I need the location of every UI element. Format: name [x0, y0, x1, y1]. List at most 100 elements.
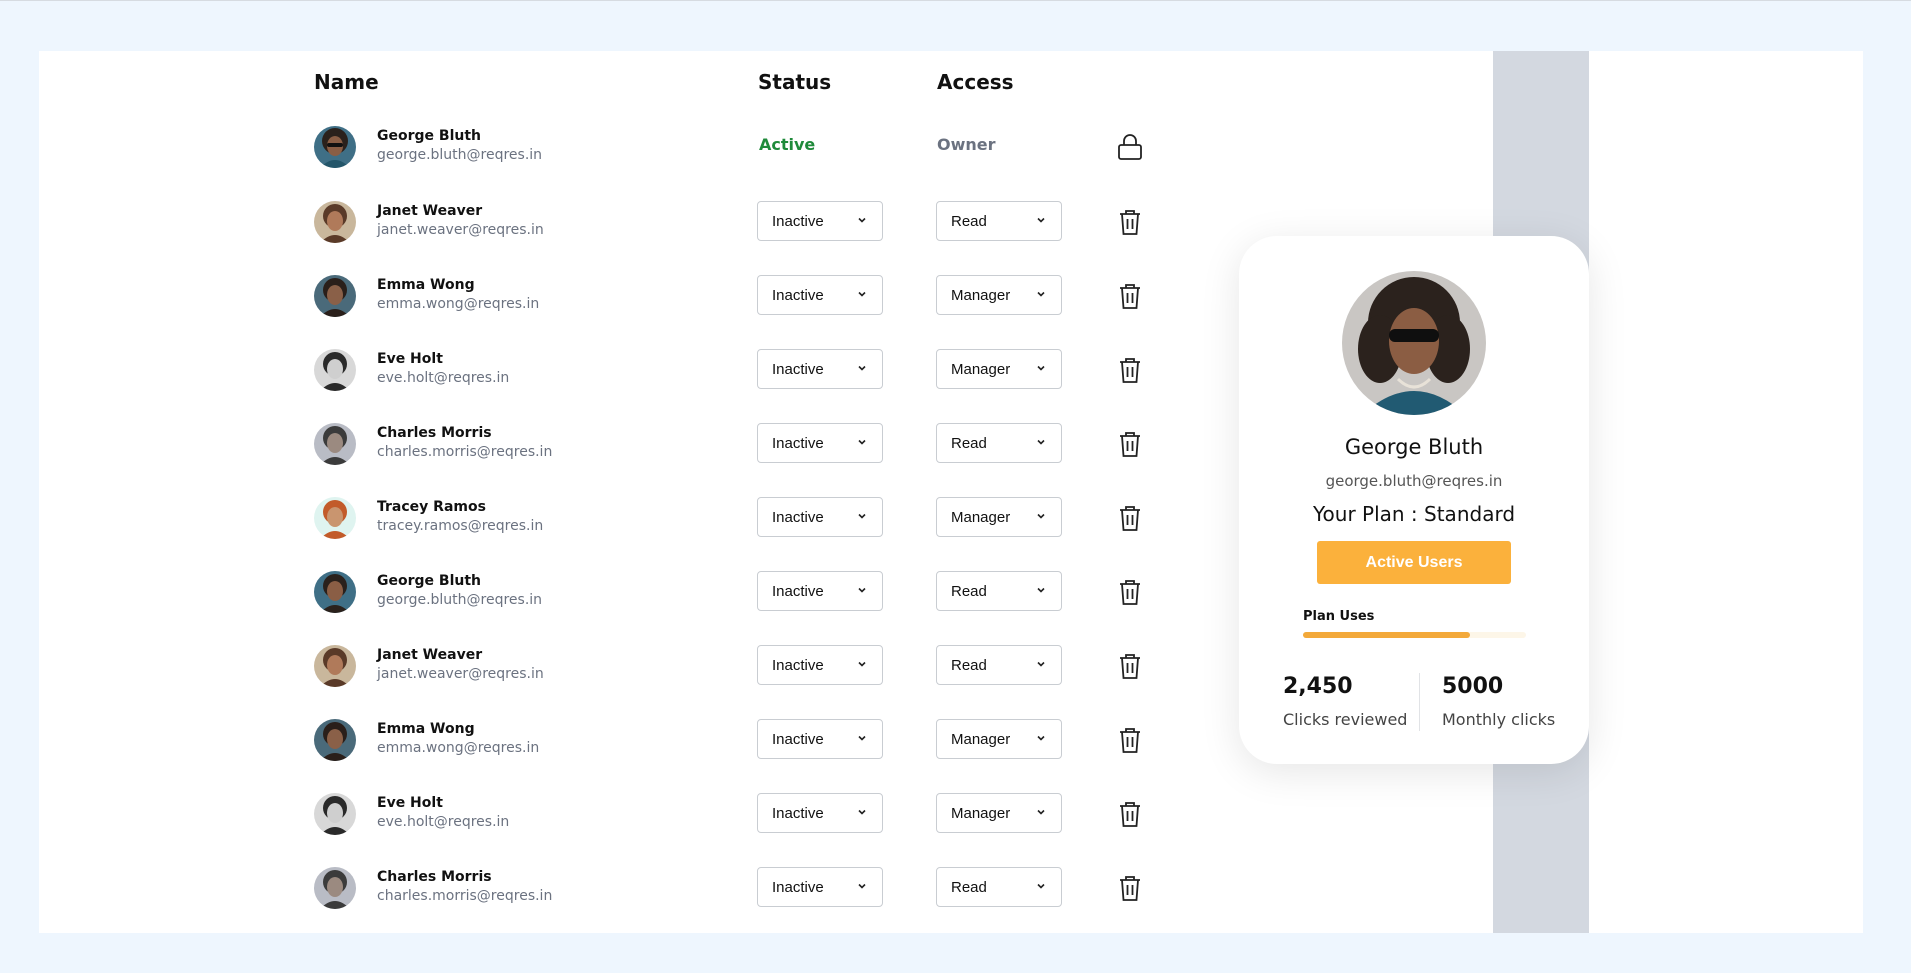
table-row: Charles Morris charles.morris@reqres.in In… [0, 423, 1180, 497]
chevron-down-icon [1037, 735, 1045, 741]
avatar [314, 275, 356, 317]
avatar [314, 423, 356, 465]
plan-title: Your Plan : Standard [1312, 502, 1516, 526]
trash-icon[interactable] [1117, 208, 1143, 236]
access-select[interactable]: Manager [936, 497, 1062, 537]
chevron-down-icon [858, 365, 866, 371]
access-select-value: Read [951, 879, 987, 896]
user-name: Charles Morris [377, 425, 492, 441]
plan-uses-label: Plan Uses [1303, 609, 1375, 624]
trash-icon[interactable] [1117, 874, 1143, 902]
access-select[interactable]: Read [936, 645, 1062, 685]
status-select-value: Inactive [772, 435, 824, 452]
column-header-status: Status [758, 70, 832, 94]
chevron-down-icon [1037, 883, 1045, 889]
status-select-value: Inactive [772, 879, 824, 896]
avatar [314, 126, 356, 168]
status-select[interactable]: Inactive [757, 349, 883, 389]
chevron-down-icon [858, 439, 866, 445]
profile-card: George Bluth george.bluth@reqres.in Your… [1239, 236, 1589, 764]
status-select[interactable]: Inactive [757, 423, 883, 463]
access-select[interactable]: Manager [936, 275, 1062, 315]
stat-clicks-reviewed-label: Clicks reviewed [1283, 710, 1408, 729]
status-badge: Active [759, 135, 816, 154]
user-email: tracey.ramos@reqres.in [377, 518, 544, 534]
avatar [314, 793, 356, 835]
access-select-value: Manager [951, 731, 1011, 748]
status-select[interactable]: Inactive [757, 793, 883, 833]
access-select[interactable]: Manager [936, 349, 1062, 389]
user-name: Emma Wong [377, 721, 475, 737]
chevron-down-icon [858, 809, 866, 815]
trash-icon[interactable] [1117, 726, 1143, 754]
chevron-down-icon [1037, 291, 1045, 297]
stat-divider [1419, 673, 1420, 731]
status-select-value: Inactive [772, 509, 824, 526]
chevron-down-icon [1037, 809, 1045, 815]
avatar [314, 497, 356, 539]
access-select[interactable]: Manager [936, 719, 1062, 759]
access-select[interactable]: Read [936, 867, 1062, 907]
avatar [314, 867, 356, 909]
column-header-access: Access [937, 70, 1014, 94]
status-select[interactable]: Inactive [757, 719, 883, 759]
chevron-down-icon [858, 217, 866, 223]
user-email: george.bluth@reqres.in [377, 592, 543, 608]
access-select-value: Manager [951, 287, 1011, 304]
chevron-down-icon [858, 735, 866, 741]
active-users-button[interactable]: Active Users [1317, 541, 1511, 584]
profile-email: george.bluth@reqres.in [1325, 472, 1503, 490]
chevron-down-icon [858, 883, 866, 889]
trash-icon[interactable] [1117, 504, 1143, 532]
status-select[interactable]: Inactive [757, 201, 883, 241]
access-select-value: Manager [951, 361, 1011, 378]
stat-monthly-clicks-label: Monthly clicks [1442, 710, 1556, 729]
avatar [314, 719, 356, 761]
status-select-value: Inactive [772, 805, 824, 822]
lock-icon [1118, 134, 1142, 160]
trash-icon[interactable] [1117, 430, 1143, 458]
avatar [314, 645, 356, 687]
access-select[interactable]: Manager [936, 793, 1062, 833]
table-row: Emma Wong emma.wong@reqres.in Inactive Mana… [0, 719, 1180, 793]
user-name: Tracey Ramos [377, 499, 486, 515]
table-row: Emma Wong emma.wong@reqres.in Inactive Mana… [0, 275, 1180, 349]
access-select[interactable]: Read [936, 201, 1062, 241]
table-row: Janet Weaver janet.weaver@reqres.in Inacti… [0, 645, 1180, 719]
chevron-down-icon [1037, 661, 1045, 667]
table-row: Eve Holt eve.holt@reqres.in Inactive Manage… [0, 793, 1180, 867]
trash-icon[interactable] [1117, 578, 1143, 606]
trash-icon[interactable] [1117, 282, 1143, 310]
chevron-down-icon [1037, 365, 1045, 371]
table-row: Janet Weaver janet.weaver@reqres.in Inacti… [0, 201, 1180, 275]
trash-icon[interactable] [1117, 800, 1143, 828]
table-row: George Bluth george.bluth@reqres.in Inacti… [0, 571, 1180, 645]
status-select[interactable]: Inactive [757, 497, 883, 537]
status-select[interactable]: Inactive [757, 275, 883, 315]
status-select-value: Inactive [772, 657, 824, 674]
column-header-name: Name [314, 70, 379, 94]
user-name: Charles Morris [377, 869, 492, 885]
trash-icon[interactable] [1117, 652, 1143, 680]
user-email: emma.wong@reqres.in [377, 740, 540, 756]
chevron-down-icon [1037, 513, 1045, 519]
avatar [314, 201, 356, 243]
status-select[interactable]: Inactive [757, 867, 883, 907]
status-select[interactable]: Inactive [757, 571, 883, 611]
user-email: charles.morris@reqres.in [377, 888, 553, 904]
user-name: Emma Wong [377, 277, 475, 293]
access-select[interactable]: Read [936, 423, 1062, 463]
plan-uses-progress [1303, 632, 1526, 638]
status-select-value: Inactive [772, 361, 824, 378]
access-select-value: Read [951, 435, 987, 452]
access-select-value: Read [951, 583, 987, 600]
user-name: Janet Weaver [377, 647, 483, 663]
trash-icon[interactable] [1117, 356, 1143, 384]
status-select[interactable]: Inactive [757, 645, 883, 685]
user-name: Eve Holt [377, 795, 443, 811]
stat-monthly-clicks-value: 5000 [1442, 674, 1504, 699]
access-select[interactable]: Read [936, 571, 1062, 611]
avatar [314, 571, 356, 613]
chevron-down-icon [858, 291, 866, 297]
chevron-down-icon [858, 513, 866, 519]
